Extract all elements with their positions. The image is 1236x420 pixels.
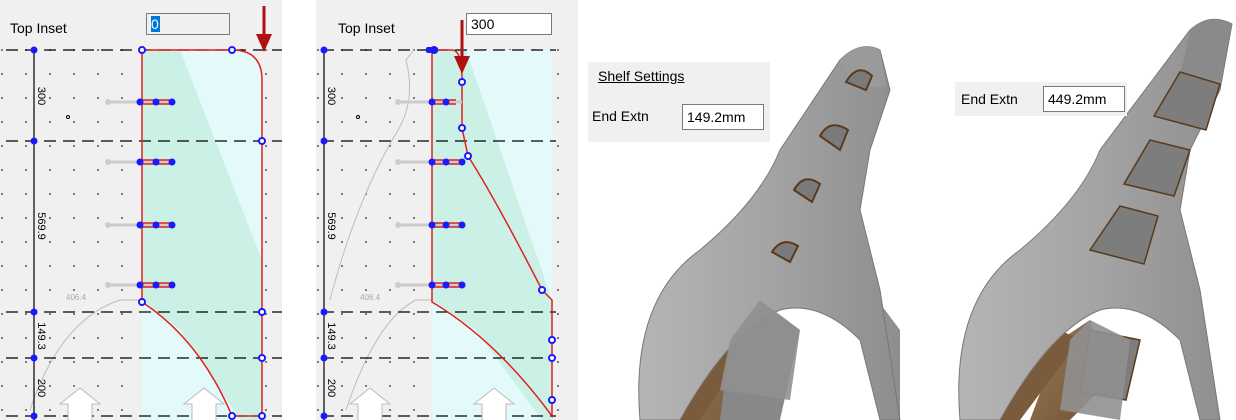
end-extn-input[interactable] [1043,86,1125,112]
3d-view-2 [958,18,1233,420]
shelf-settings-title[interactable]: Shelf Settings [598,68,684,84]
top-inset-label: Top Inset [338,20,395,36]
top-inset-input[interactable] [146,13,230,35]
end-extn-label: End Extn [592,108,649,124]
dim-label-300: 300 [325,87,337,105]
end-extn-panel-2: End Extn [955,82,1127,116]
layout-canvas-left[interactable]: 406.4 300 569.9 149.3 200 [0,0,282,420]
panel-top-inset-300: 406.4 300 569.9 149.3 200 Top Inset 300 [316,0,578,420]
dim-label-200: 200 [325,379,337,397]
dim-label-149-3: 149.3 [35,322,47,350]
top-inset-label: Top Inset [10,20,67,36]
dim-label-569-9: 569.9 [325,212,337,240]
faint-dim-label: 406.4 [360,293,381,302]
dim-label-569-9: 569.9 [35,212,47,240]
shelf-settings-panel: Shelf Settings End Extn [588,62,770,142]
end-extn-input[interactable] [682,104,764,130]
layout-canvas-right[interactable]: 406.4 300 569.9 149.3 200 [316,0,578,420]
faint-dim-label: 406.4 [66,293,87,302]
dim-label-200: 200 [35,379,47,397]
dim-label-149-3: 149.3 [325,322,337,350]
end-extn-label: End Extn [961,91,1018,107]
top-inset-input[interactable] [466,13,552,35]
dim-label-300: 300 [35,87,47,105]
panel-top-inset-0: 406.4 300 569.9 149.3 200 Top Inset 0 [0,0,282,420]
